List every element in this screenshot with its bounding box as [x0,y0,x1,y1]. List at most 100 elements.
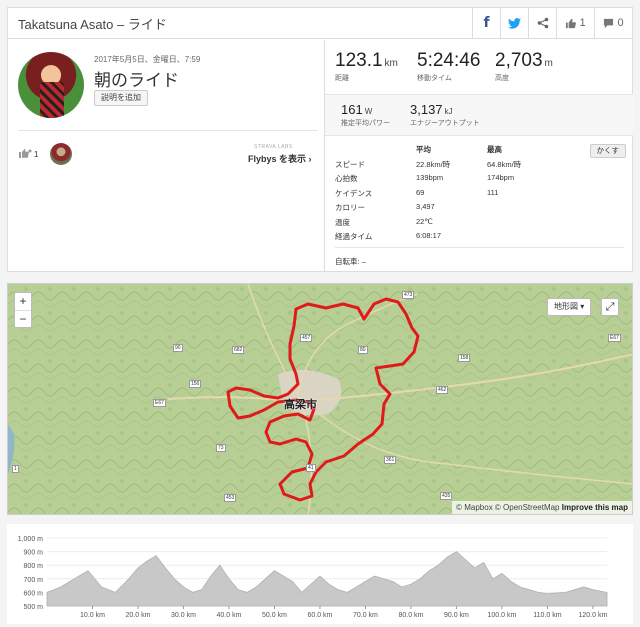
table-cell: 139bpm [416,173,444,182]
moving-time-value: 5:24:46 [417,50,481,71]
table-cell: 174bpm [487,173,515,182]
kudos-giver-count: 1 [34,150,39,159]
expand-icon: ⤢ [605,301,615,313]
x-tick-label: 60.0 km [307,612,332,619]
flybys-label: Flybys を表示 [248,154,307,164]
divider [335,247,624,248]
fullscreen-button[interactable]: ⤢ [601,298,619,316]
y-tick-label: 500 m [24,604,44,611]
road-label: 457 [300,334,313,342]
x-tick-label: 120.0 km [578,612,607,619]
x-tick-label: 20.0 km [126,612,151,619]
road-label: 361 [384,456,397,464]
moving-time-label: 移動タイム [417,75,452,82]
page: Takatsuna Asato – ライド f 1 0 2017年5月5日、金曜… [0,0,640,627]
x-tick-label: 50.0 km [262,612,287,619]
strava-labs-label: STRAVA LABS [254,144,293,150]
road-label: 1 [12,465,19,473]
table-cell: 64.8km/時 [487,159,522,169]
y-tick-label: 600 m [24,590,44,597]
facebook-share-button[interactable]: f [472,7,500,39]
table-cell: 6:08:17 [416,231,442,240]
road-label: 158 [458,354,471,362]
elevation-value: 2,703 [495,50,543,71]
map-canvas [8,284,632,514]
x-tick-label: 80.0 km [398,612,423,619]
table-row: 経過タイム 6:08:17 [335,231,625,246]
y-tick-label: 1,000 m [18,536,43,543]
stat-moving-time: 5:24:46 移動タイム [417,50,495,83]
route-map[interactable]: 高梁市 473 457 80 682 90 156 E67 158 462 36… [7,283,633,515]
table-cell: ケイデンス [335,188,373,198]
energy-label: エナジーアウトプット [410,120,480,127]
x-tick-label: 100.0 km [488,612,517,619]
stat-distance: 123.1 km 距離 [335,50,417,83]
power-unit: W [364,107,373,116]
table-cell: 温度 [335,217,350,227]
twitter-share-button[interactable] [500,7,528,39]
map-type-select[interactable]: 地形図 ▾ [547,298,592,316]
resize-handle[interactable]: ⋯ [316,508,322,514]
activity-header: Takatsuna Asato – ライド f 1 0 [8,7,632,39]
road-label: 90 [173,344,183,352]
activity-datetime: 2017年5月5日、金曜日、7:59 [94,55,201,64]
stat-elevation: 2,703 m 高度 [495,50,575,83]
stat-power: 161 W 推定平均パワー [341,101,403,128]
x-tick-label: 70.0 km [353,612,378,619]
facebook-icon: f [483,15,490,31]
stats-table: 平均 最高 スピード 22.8km/時 64.8km/時 心拍数 139bpm 174b… [335,144,625,246]
flybys-link[interactable]: Flybys を表示 › [248,152,312,165]
table-cell: 69 [416,187,425,197]
kudos-button[interactable]: 1 [556,7,594,39]
distance-unit: km [384,58,398,69]
road-label: 156 [189,380,202,388]
energy-unit: kJ [444,107,453,116]
table-cell: 22℃ [416,216,433,226]
activity-name[interactable]: 朝のライド [94,66,179,91]
table-cell: 22.8km/時 [416,159,451,169]
improve-map-link[interactable]: Improve this map [562,503,628,512]
divider [18,130,318,131]
kudos-giver-avatar[interactable] [50,143,72,165]
activity-header-title: Takatsuna Asato – ライド [18,16,167,32]
share-button[interactable] [528,7,556,39]
x-tick-label: 110.0 km [533,612,561,619]
road-label: 435 [440,492,453,500]
table-row: スピード 22.8km/時 64.8km/時 [335,159,625,174]
table-cell: カロリー [335,203,365,212]
kudos-count: 1 [579,17,586,29]
hide-stats-button[interactable]: かくす [589,144,626,158]
add-description-button[interactable]: 説明を追加 [94,90,148,106]
road-label: 682 [232,346,245,354]
table-cell: 3,497 [416,202,435,211]
athlete-avatar[interactable] [18,52,84,118]
y-tick-label: 900 m [24,550,44,557]
kudos-icon[interactable] [18,148,32,162]
elevation-chart-svg: 1,000 m 900 m 800 m 700 m 600 m 500 m 10.0 km 2… [18,536,608,619]
road-label: E67 [153,399,166,407]
zoom-in-button[interactable]: + [15,293,31,310]
zoom-out-button[interactable]: − [15,310,31,327]
attribution-text: © Mapbox © OpenStreetMap [456,503,560,512]
power-label: 推定平均パワー [341,120,390,127]
thumbs-up-icon [566,18,577,28]
distance-value: 123.1 [335,50,383,71]
table-header-cell: 最高 [487,145,502,154]
stat-energy: 3,137 kJ エナジーアウトプット [410,101,480,128]
comment-button[interactable]: 0 [594,7,632,39]
map-attribution: © Mapbox © OpenStreetMap Improve this ma… [452,501,632,514]
elevation-chart[interactable]: 1,000 m 900 m 800 m 700 m 600 m 500 m 10.0 km 2… [7,524,633,624]
road-label: 80 [358,346,368,354]
table-header-cell: 平均 [416,145,431,154]
distance-label: 距離 [335,75,349,82]
table-row: 温度 22℃ [335,217,625,232]
table-row: カロリー 3,497 [335,202,625,217]
zoom-control: + − [14,292,32,328]
energy-value: 3,137 [410,102,443,117]
activity-stats: 123.1 km 距離 5:24:46 移動タイム 2,703 m 高度 161 W … [324,40,633,272]
road-label: 462 [436,386,449,394]
bike-info: 自転車: – [335,257,366,266]
x-tick-label: 90.0 km [444,612,469,619]
map-place-label: 高梁市 [284,399,317,411]
road-label: 453 [224,494,237,502]
